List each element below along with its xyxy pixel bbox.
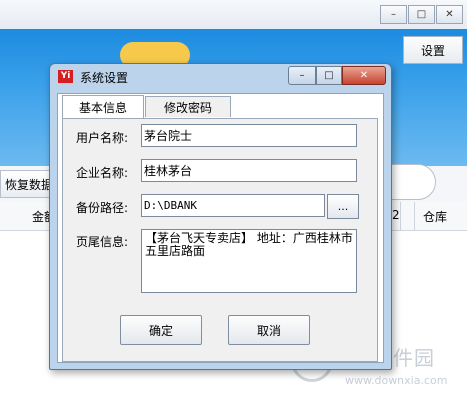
column-header-warehouse: 仓库	[423, 210, 448, 224]
column-divider	[400, 202, 401, 230]
username-field[interactable]: 茅台院士	[141, 124, 357, 147]
dialog-title: 系统设置	[80, 71, 129, 85]
dialog-body: 基本信息 修改密码 用户名称: 茅台院士 企业名称: 桂林茅台 备份路径: D:…	[57, 93, 384, 363]
company-field[interactable]: 桂林茅台	[141, 159, 357, 182]
browse-button[interactable]: ...	[327, 194, 359, 219]
cancel-button[interactable]: 取消	[228, 315, 310, 345]
minimize-button[interactable]: –	[288, 66, 316, 85]
column-header-2: 2	[392, 208, 400, 222]
watermark-url: www.downxia.com	[345, 374, 448, 387]
system-settings-dialog: Yi 系统设置 – □ ✕ 基本信息 修改密码 用户名称: 茅台院士 企业名称:…	[49, 63, 392, 370]
maximize-button[interactable]: □	[316, 66, 342, 85]
basic-info-panel: 用户名称: 茅台院士 企业名称: 桂林茅台 备份路径: D:\DBANK ...…	[62, 118, 378, 362]
footer-info-label: 页尾信息:	[76, 235, 129, 249]
tab-basic-info[interactable]: 基本信息	[62, 95, 144, 118]
ok-button[interactable]: 确定	[120, 315, 202, 345]
footer-info-textarea[interactable]: 【茅台飞天专卖店】 地址：广西桂林市五里店路面	[141, 229, 357, 293]
backup-path-field[interactable]: D:\DBANK	[141, 194, 325, 217]
main-maximize-button[interactable]: □	[408, 5, 435, 24]
tab-change-password[interactable]: 修改密码	[145, 96, 231, 117]
tab-strip: 基本信息 修改密码	[62, 95, 232, 118]
main-minimize-button[interactable]: –	[380, 5, 407, 24]
settings-button[interactable]: 设置	[403, 36, 463, 64]
dialog-titlebar[interactable]: Yi 系统设置 – □ ✕	[50, 64, 391, 88]
username-label: 用户名称:	[76, 131, 129, 145]
main-window-titlebar: – □ ✕	[0, 0, 467, 29]
backup-path-label: 备份路径:	[76, 201, 129, 215]
app-icon: Yi	[58, 70, 73, 83]
close-button[interactable]: ✕	[342, 66, 386, 85]
column-divider	[414, 202, 415, 230]
main-close-button[interactable]: ✕	[436, 5, 463, 24]
company-label: 企业名称:	[76, 166, 129, 180]
search-box[interactable]	[388, 164, 436, 200]
